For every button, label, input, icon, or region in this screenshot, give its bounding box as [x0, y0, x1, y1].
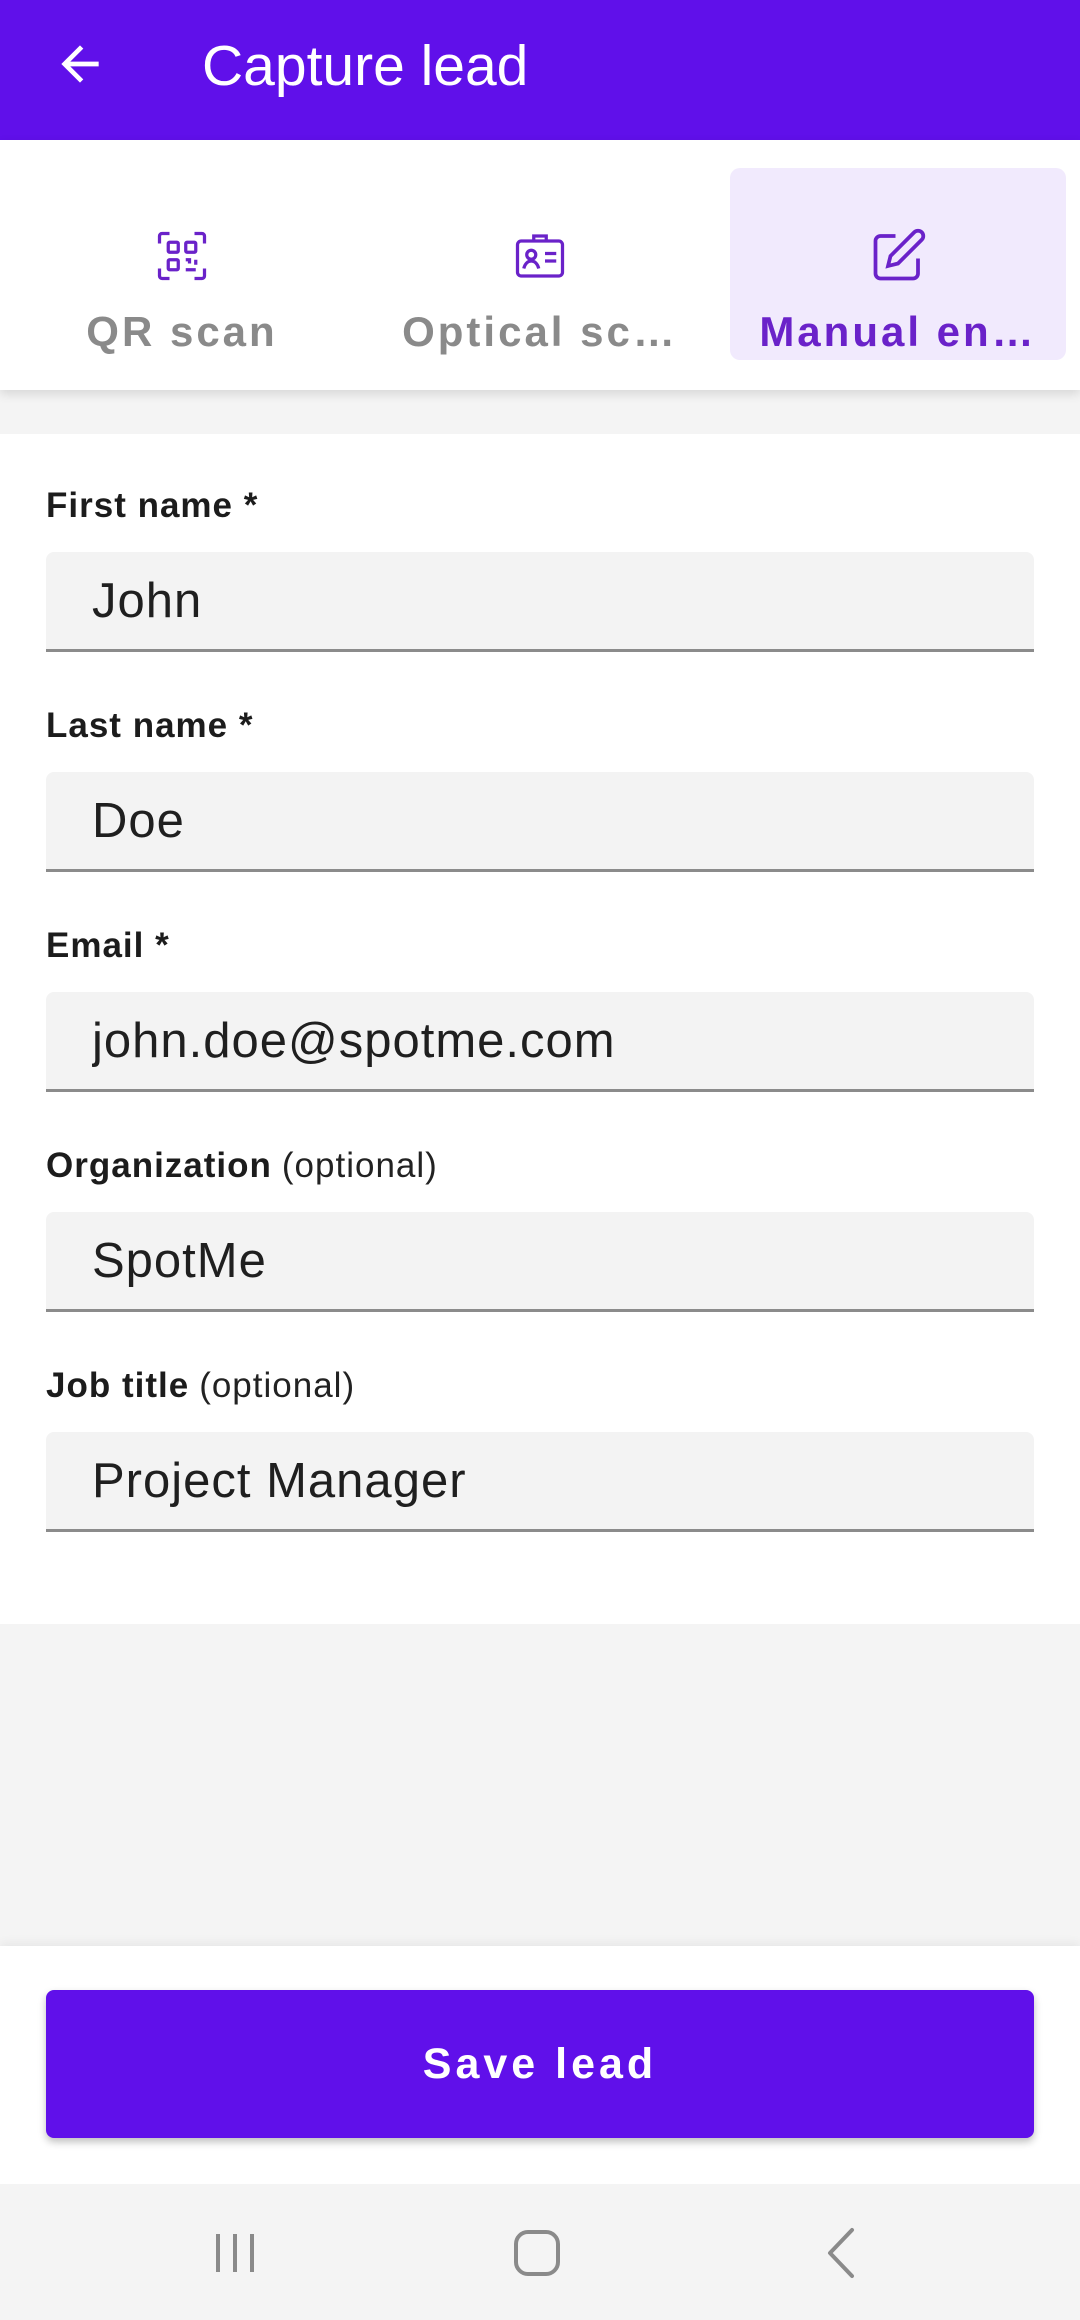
first-name-input[interactable] — [46, 552, 1034, 649]
tab-manual-entry[interactable]: Manual en… — [730, 168, 1066, 360]
organization-input[interactable] — [46, 1212, 1034, 1309]
edit-icon — [873, 228, 926, 281]
job-title-label: Job title (optional) — [46, 1366, 356, 1405]
recent-apps-icon[interactable] — [200, 2218, 270, 2288]
save-lead-button[interactable]: Save lead — [46, 1990, 1034, 2138]
first-name-label: First name * — [46, 486, 259, 525]
job-title-input[interactable] — [46, 1432, 1034, 1529]
tab-qr-scan[interactable]: QR scan — [14, 168, 350, 360]
last-name-label: Last name * — [46, 706, 254, 745]
organization-label: Organization (optional) — [46, 1146, 438, 1185]
email-input[interactable] — [46, 992, 1034, 1089]
id-badge-icon — [515, 234, 565, 278]
system-nav-bar — [0, 2184, 1080, 2320]
last-name-field[interactable] — [46, 772, 1034, 872]
back-button[interactable] — [40, 24, 120, 104]
qr-code-icon — [157, 231, 207, 281]
tab-optical-scan[interactable]: Optical sc… — [372, 168, 708, 360]
tab-label: QR scan — [86, 308, 278, 355]
arrow-left-icon — [61, 45, 99, 83]
action-panel: Save lead — [0, 1946, 1080, 2184]
home-icon[interactable] — [502, 2218, 572, 2288]
page-title: Capture lead — [202, 34, 529, 98]
last-name-input[interactable] — [46, 772, 1034, 869]
capture-method-tabs: QR scan Optical sc… Manual en… — [0, 140, 1080, 390]
optional-hint: (optional) — [199, 1366, 356, 1405]
organization-field[interactable] — [46, 1212, 1034, 1312]
lead-form: First name * Last name * Email * Organiz… — [0, 434, 1080, 1624]
optional-hint: (optional) — [281, 1146, 438, 1185]
tab-label: Optical sc… — [402, 308, 678, 355]
job-title-field[interactable] — [46, 1432, 1034, 1532]
first-name-field[interactable] — [46, 552, 1034, 652]
email-field[interactable] — [46, 992, 1034, 1092]
email-label: Email * — [46, 926, 170, 965]
tab-label: Manual en… — [759, 308, 1037, 355]
back-nav-icon[interactable] — [806, 2218, 876, 2288]
app-bar: Capture lead — [0, 0, 1080, 140]
